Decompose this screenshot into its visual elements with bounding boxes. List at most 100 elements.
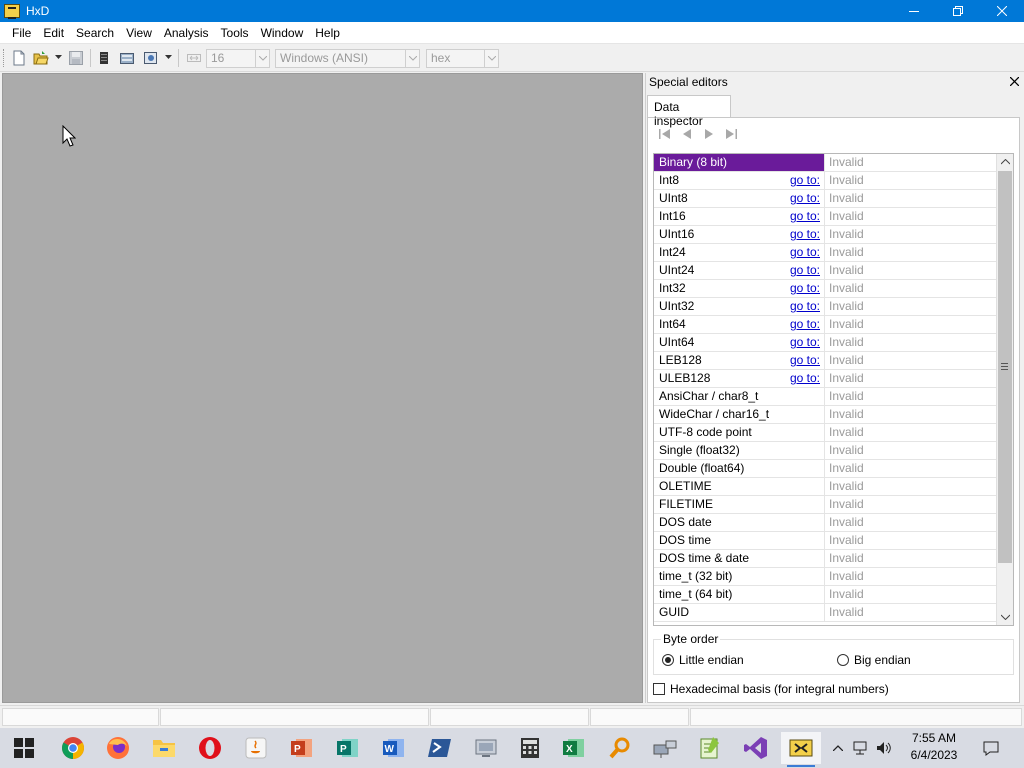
inspector-row[interactable]: UTF-8 code point Invalid	[654, 424, 997, 442]
tray-overflow-button[interactable]	[830, 728, 846, 768]
inspector-value[interactable]: Invalid	[825, 532, 997, 549]
inspector-row[interactable]: Int32 go to: Invalid	[654, 280, 997, 298]
inspector-row[interactable]: AnsiChar / char8_t Invalid	[654, 388, 997, 406]
goto-link[interactable]: go to:	[790, 280, 820, 297]
inspector-row[interactable]: OLETIME Invalid	[654, 478, 997, 496]
goto-link[interactable]: go to:	[790, 298, 820, 315]
taskbar-calculator[interactable]	[510, 732, 550, 764]
previous-icon[interactable]	[680, 127, 694, 141]
inspector-row[interactable]: UInt64 go to: Invalid	[654, 334, 997, 352]
goto-link[interactable]: go to:	[790, 352, 820, 369]
next-icon[interactable]	[702, 127, 716, 141]
taskbar-firefox[interactable]	[98, 732, 138, 764]
inspector-row[interactable]: time_t (32 bit) Invalid	[654, 568, 997, 586]
disk-editor-icon[interactable]	[119, 50, 135, 66]
inspector-row[interactable]: Int16 go to: Invalid	[654, 208, 997, 226]
inspector-value[interactable]: Invalid	[825, 442, 997, 459]
taskbar-excel[interactable]: X	[554, 732, 594, 764]
charset-select[interactable]: Windows (ANSI)	[275, 49, 420, 68]
panel-close-button[interactable]	[1009, 75, 1020, 88]
taskbar-search-tool[interactable]	[600, 732, 640, 764]
windows-start-button[interactable]	[4, 732, 44, 764]
inspector-row[interactable]: FILETIME Invalid	[654, 496, 997, 514]
toolbar-grip[interactable]	[3, 49, 6, 67]
menu-window[interactable]: Window	[255, 22, 310, 44]
close-button[interactable]	[980, 0, 1024, 22]
inspector-value[interactable]: Invalid	[825, 424, 997, 441]
little-endian-radio[interactable]: Little endian	[662, 653, 744, 667]
scroll-down-icon[interactable]	[997, 609, 1013, 625]
inspector-row[interactable]: Double (float64) Invalid	[654, 460, 997, 478]
hex-basis-checkbox[interactable]: Hexadecimal basis (for integral numbers)	[653, 682, 889, 696]
menu-search[interactable]: Search	[70, 22, 120, 44]
first-icon[interactable]	[658, 127, 672, 141]
menu-file[interactable]: File	[6, 22, 37, 44]
inspector-value[interactable]: Invalid	[825, 334, 997, 351]
goto-link[interactable]: go to:	[790, 244, 820, 261]
inspector-value[interactable]: Invalid	[825, 316, 997, 333]
inspector-value[interactable]: Invalid	[825, 460, 997, 477]
inspector-row[interactable]: WideChar / char16_t Invalid	[654, 406, 997, 424]
editor-workspace[interactable]	[2, 73, 643, 703]
inspector-value[interactable]: Invalid	[825, 604, 997, 621]
inspector-value[interactable]: Invalid	[825, 226, 997, 243]
inspector-value[interactable]: Invalid	[825, 550, 997, 567]
inspector-value[interactable]: Invalid	[825, 352, 997, 369]
new-file-icon[interactable]	[11, 50, 27, 66]
inspector-value[interactable]: Invalid	[825, 496, 997, 513]
taskbar-network-tool[interactable]	[645, 732, 685, 764]
menu-analysis[interactable]: Analysis	[158, 22, 215, 44]
inspector-value[interactable]: Invalid	[825, 370, 997, 387]
inspector-row[interactable]: DOS date Invalid	[654, 514, 997, 532]
inspector-row[interactable]: UInt16 go to: Invalid	[654, 226, 997, 244]
inspector-value[interactable]: Invalid	[825, 478, 997, 495]
inspector-row[interactable]: UInt8 go to: Invalid	[654, 190, 997, 208]
goto-link[interactable]: go to:	[790, 190, 820, 207]
goto-link[interactable]: go to:	[790, 172, 820, 189]
tray-volume[interactable]	[874, 728, 894, 768]
inspector-row[interactable]: UInt32 go to: Invalid	[654, 298, 997, 316]
scroll-up-icon[interactable]	[997, 154, 1013, 170]
goto-link[interactable]: go to:	[790, 262, 820, 279]
inspector-row[interactable]: Int8 go to: Invalid	[654, 172, 997, 190]
taskbar-powershell[interactable]	[420, 732, 460, 764]
save-icon[interactable]	[68, 50, 84, 66]
taskbar-notepad-plus[interactable]	[690, 732, 730, 764]
last-icon[interactable]	[724, 127, 738, 141]
inspector-value[interactable]: Invalid	[825, 172, 997, 189]
inspector-row[interactable]: Int64 go to: Invalid	[654, 316, 997, 334]
inspector-value[interactable]: Invalid	[825, 514, 997, 531]
open-dropdown-icon[interactable]	[55, 55, 62, 60]
goto-link[interactable]: go to:	[790, 316, 820, 333]
inspector-row[interactable]: Single (float32) Invalid	[654, 442, 997, 460]
ram-editor-icon[interactable]	[96, 50, 112, 66]
inspector-scrollbar[interactable]	[996, 154, 1013, 625]
tab-data-inspector[interactable]: Data inspector	[647, 95, 731, 128]
restore-button[interactable]	[936, 0, 980, 22]
view-options-dropdown-icon[interactable]	[165, 55, 172, 60]
inspector-value[interactable]: Invalid	[825, 244, 997, 261]
inspector-value[interactable]: Invalid	[825, 262, 997, 279]
minimize-button[interactable]	[892, 0, 936, 22]
taskbar-opera[interactable]	[190, 732, 230, 764]
view-options-icon[interactable]	[143, 50, 159, 66]
taskbar-hxd[interactable]	[781, 732, 821, 767]
menu-view[interactable]: View	[120, 22, 158, 44]
inspector-value[interactable]: Invalid	[825, 154, 997, 171]
taskbar-powerpoint[interactable]: P	[282, 732, 322, 764]
taskbar-java[interactable]	[236, 732, 276, 764]
bytes-per-row-select[interactable]: 16	[206, 49, 270, 68]
inspector-row[interactable]: DOS time & date Invalid	[654, 550, 997, 568]
inspector-value[interactable]: Invalid	[825, 190, 997, 207]
inspector-row[interactable]: DOS time Invalid	[654, 532, 997, 550]
menu-tools[interactable]: Tools	[215, 22, 255, 44]
inspector-value[interactable]: Invalid	[825, 280, 997, 297]
goto-link[interactable]: go to:	[790, 208, 820, 225]
inspector-row[interactable]: UInt24 go to: Invalid	[654, 262, 997, 280]
inspector-value[interactable]: Invalid	[825, 208, 997, 225]
action-center-button[interactable]	[979, 728, 1003, 768]
taskbar-publisher[interactable]: P	[328, 732, 368, 764]
open-folder-icon[interactable]	[33, 50, 49, 66]
inspector-value[interactable]: Invalid	[825, 568, 997, 585]
menu-edit[interactable]: Edit	[37, 22, 70, 44]
